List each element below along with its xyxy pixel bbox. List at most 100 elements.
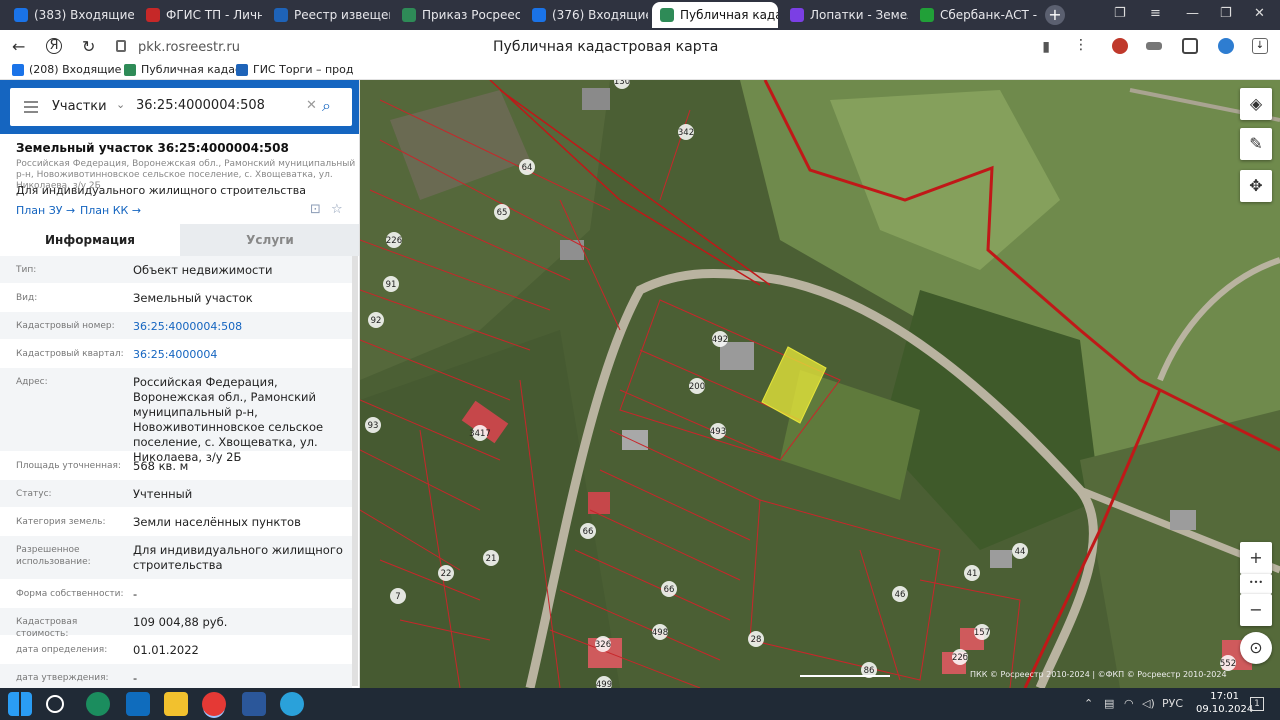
clock-time: 17:01	[1210, 691, 1240, 702]
tab-list-icon[interactable]: ❐	[1114, 6, 1126, 21]
star-icon[interactable]: ☆	[331, 202, 343, 217]
url-field[interactable]: pkk.rosreestr.ru Публичная кадастровая к…	[108, 34, 1068, 60]
windows-start-icon[interactable]	[8, 692, 32, 716]
detail-row: Кадастровый квартал: 36:25:4000004	[0, 340, 352, 368]
address-bar: ← Я ↻ pkk.rosreestr.ru Публичная кадастр…	[0, 30, 1280, 62]
detail-value: Учтенный	[133, 487, 193, 501]
plan-kk-link[interactable]: План КК →	[80, 204, 141, 217]
menu-icon[interactable]: ≡	[1150, 6, 1161, 21]
edge-icon[interactable]	[86, 692, 110, 716]
url-text: pkk.rosreestr.ru	[138, 40, 241, 55]
browser-tab[interactable]: Сбербанк-АСТ - Эл	[912, 2, 1038, 28]
locate-icon[interactable]: ✥	[1240, 170, 1272, 202]
plan-zu-link[interactable]: План ЗУ →	[16, 204, 75, 217]
object-use: Для индивидуального жилищного строительс…	[16, 184, 306, 197]
parcel-number: 7	[395, 592, 400, 602]
zoom-in-button[interactable]: +	[1240, 542, 1272, 574]
building	[720, 342, 754, 370]
back-icon[interactable]: ←	[12, 37, 25, 56]
detail-row: Кадастровая стоимость: 109 004,88 руб.	[0, 608, 352, 639]
notifications-icon[interactable]: 1	[1250, 697, 1264, 711]
chevron-down-icon[interactable]: ⌄	[116, 98, 125, 111]
bookmark-item[interactable]: Публичная кадас	[124, 63, 241, 76]
info-panel: Участки ⌄ ✕ ⌕ ‹ Земельный участок 36:25:…	[0, 80, 360, 688]
folder-icon[interactable]	[164, 692, 188, 716]
detail-value-link[interactable]: 36:25:4000004	[133, 347, 343, 362]
browser-tab[interactable]: (383) Входящие - П	[6, 2, 134, 28]
yandex-icon[interactable]: Я	[46, 38, 62, 54]
parcel-number: 41	[967, 569, 978, 579]
layers-icon[interactable]: ◈	[1240, 88, 1272, 120]
browser-tab[interactable]: ФГИС ТП - Личный	[138, 2, 262, 28]
satellite-map[interactable]: 130 342 64 65 226 91 92 492 200 493 93 3417 66 21 22 7 4…	[360, 80, 1280, 688]
zoom-to-object-icon[interactable]: ⊡	[310, 202, 321, 217]
more-vertical-icon[interactable]: ⋮	[1074, 37, 1088, 53]
bookmark-item[interactable]: (208) Входящие -	[12, 63, 129, 76]
bookmark-item[interactable]: ГИС Торги – прод	[236, 63, 353, 76]
minimize-icon[interactable]: —	[1186, 6, 1199, 21]
parcel-number: 65	[497, 208, 508, 218]
collections-icon[interactable]	[1182, 38, 1198, 54]
scrollbar[interactable]	[352, 256, 358, 686]
tab-services[interactable]: Услуги	[180, 224, 359, 256]
browser-tab-active[interactable]: Публичная када ✕	[652, 2, 778, 28]
search-box: Участки ⌄ ✕ ⌕	[10, 88, 352, 126]
downloads-icon[interactable]: ↓	[1252, 38, 1268, 54]
detail-label: дата утверждения:	[16, 673, 109, 683]
wifi-icon[interactable]: ◠	[1124, 697, 1134, 710]
extension-icon[interactable]	[1112, 38, 1128, 54]
word-icon[interactable]	[242, 692, 266, 716]
search-icon[interactable]	[46, 695, 64, 713]
zoom-out-button[interactable]: −	[1240, 594, 1272, 626]
parcel-number: 92	[371, 316, 382, 326]
yandex-browser-icon[interactable]	[202, 692, 226, 716]
new-tab-button[interactable]: +	[1045, 5, 1065, 25]
ruler-icon[interactable]: ✎	[1240, 128, 1272, 160]
bookmarks-bar: (208) Входящие - Публичная кадас ГИС Тор…	[0, 62, 1280, 80]
parcel-number: 499	[596, 680, 612, 688]
search-type-select[interactable]: Участки	[52, 99, 107, 114]
detail-label: Статус:	[16, 489, 52, 499]
network-icon[interactable]: ▤	[1104, 697, 1114, 710]
browser-tab[interactable]: (376) Входящие - П	[524, 2, 648, 28]
tab-label: (376) Входящие - П	[552, 8, 648, 22]
reload-icon[interactable]: ↻	[82, 37, 95, 56]
browser-tab[interactable]: Реестр извещений	[266, 2, 390, 28]
restore-icon[interactable]: ❐	[1220, 6, 1232, 21]
language-indicator[interactable]: РУС	[1162, 697, 1183, 710]
browser-tab-bar: (383) Входящие - П ФГИС ТП - Личный Реес…	[0, 0, 1280, 30]
parcel-number: 326	[595, 640, 611, 650]
clock[interactable]: 17:01 09.10.2024	[1196, 690, 1253, 716]
parcel-number: 492	[712, 335, 728, 345]
browser-tab[interactable]: Лопатки - Земельн	[782, 2, 908, 28]
extension-icon[interactable]	[1218, 38, 1234, 54]
parcel-number: 552	[1220, 659, 1236, 669]
parcel-number: 22	[441, 569, 452, 579]
parcel-number: 22б	[952, 653, 968, 663]
building	[990, 550, 1012, 568]
close-window-icon[interactable]: ✕	[1254, 6, 1265, 21]
detail-value-link[interactable]: 36:25:4000004:508	[133, 319, 343, 334]
panel-tabs: Информация Услуги	[0, 224, 359, 256]
browser-tab[interactable]: Приказ Росреестра	[394, 2, 520, 28]
parcel-number: 28	[751, 635, 762, 645]
mail-icon	[532, 8, 546, 22]
clear-icon[interactable]: ✕	[306, 98, 317, 113]
search-input[interactable]	[136, 98, 296, 113]
page-title: Публичная кадастровая карта	[493, 39, 719, 55]
telegram-icon[interactable]	[280, 692, 304, 716]
tab-information[interactable]: Информация	[0, 224, 180, 256]
extension-icon[interactable]	[1146, 42, 1162, 50]
outlook-icon[interactable]	[126, 692, 150, 716]
detail-label: Площадь уточненная:	[16, 461, 121, 471]
map-view[interactable]: 130 342 64 65 226 91 92 492 200 493 93 3417 66 21 22 7 4…	[360, 80, 1280, 688]
parcel-number: 498	[652, 628, 668, 638]
hamburger-icon[interactable]	[24, 101, 38, 113]
bookmark-icon[interactable]: ▮	[1042, 39, 1050, 55]
more-zoom-button[interactable]: •••	[1240, 574, 1272, 594]
compass-icon[interactable]: ⊙	[1240, 632, 1272, 664]
chevron-up-icon[interactable]: ⌃	[1084, 697, 1093, 710]
detail-value: 01.01.2022	[133, 643, 199, 657]
search-icon[interactable]: ⌕	[322, 96, 331, 116]
volume-icon[interactable]: ◁)	[1142, 697, 1155, 710]
